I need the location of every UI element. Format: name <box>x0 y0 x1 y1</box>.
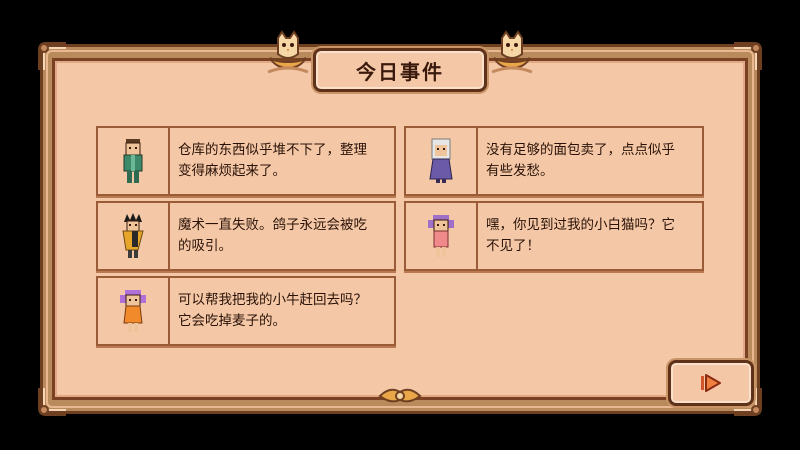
villager-white-hair-purple-dress-icon <box>429 138 453 183</box>
event-card: 没有足够的面包卖了，点点似乎 有些发愁。 <box>404 126 704 196</box>
portrait-cell <box>98 278 170 344</box>
villager-purple-pigtails-orange-dress-icon <box>120 290 146 332</box>
page-title: 今日事件 <box>356 59 444 84</box>
portrait-cell <box>98 128 170 194</box>
villager-spiky-hair-yellow-cape-icon <box>122 213 144 258</box>
event-card: 嘿，你见到过我的小白猫吗？它 不见了！ <box>404 201 704 271</box>
event-card: 魔术一直失败。鸽子永远会被吃 的吸引。 <box>96 201 396 271</box>
next-button[interactable] <box>668 360 754 406</box>
portrait-cell <box>406 128 478 194</box>
portrait-cell <box>98 203 170 269</box>
villager-purple-pigtails-girl-icon <box>428 215 454 257</box>
owl-ornament-icon <box>490 28 534 74</box>
bottom-ornament-icon <box>376 382 424 410</box>
event-text: 仓库的东西似乎堆不下了，整理 变得麻烦起来了。 <box>178 142 367 179</box>
event-text: 魔术一直失败。鸽子永远会被吃 的吸引。 <box>178 217 367 254</box>
next-arrow-icon <box>701 374 721 392</box>
event-text: 没有足够的面包卖了，点点似乎 有些发愁。 <box>486 142 675 179</box>
event-text: 嘿，你见到过我的小白猫吗？它 不见了！ <box>486 217 675 254</box>
owl-ornament-icon <box>266 28 310 74</box>
villager-green-shirt-icon <box>123 139 143 183</box>
title-plate: 今日事件 <box>313 48 487 92</box>
event-card: 可以帮我把我的小牛赶回去吗？ 它会吃掉麦子的。 <box>96 276 396 346</box>
corner-ornament-icon <box>36 40 70 74</box>
portrait-cell <box>406 203 478 269</box>
corner-ornament-icon <box>36 384 70 418</box>
event-card: 仓库的东西似乎堆不下了，整理 变得麻烦起来了。 <box>96 126 396 196</box>
game-screen: 今日事件 仓库的东西似乎堆不下了，整理 变得麻烦起来了。 没有足够的面包卖了，点… <box>0 0 800 450</box>
corner-ornament-icon <box>730 40 764 74</box>
event-text: 可以帮我把我的小牛赶回去吗？ 它会吃掉麦子的。 <box>178 292 367 329</box>
